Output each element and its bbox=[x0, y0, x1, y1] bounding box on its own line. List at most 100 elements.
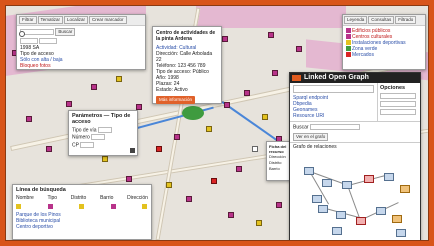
poi-marker[interactable] bbox=[206, 126, 212, 132]
graph-node[interactable] bbox=[336, 211, 346, 219]
tab-localizar[interactable]: Localizar bbox=[64, 16, 89, 24]
filter-panel: Filtrar Tematizar Localizar Crear marcador … bbox=[16, 14, 146, 70]
graph-node[interactable] bbox=[396, 229, 406, 237]
lod-title-bar: Linked Open Graph bbox=[290, 73, 420, 83]
more-info-button[interactable]: Más información bbox=[156, 96, 196, 104]
poi-marker[interactable] bbox=[102, 156, 108, 162]
lod-logo-icon bbox=[292, 75, 301, 81]
park-area bbox=[182, 106, 204, 120]
row-icon bbox=[79, 204, 84, 209]
result-row[interactable]: Centro deportivo bbox=[16, 224, 148, 230]
poi-marker[interactable] bbox=[166, 182, 172, 188]
lod-option-field[interactable] bbox=[380, 101, 416, 107]
graph-node[interactable] bbox=[304, 167, 314, 175]
info-popup: Centro de actividades de la pinta Ardena… bbox=[152, 26, 222, 104]
graph-node[interactable] bbox=[332, 227, 342, 235]
zoom-control[interactable] bbox=[19, 31, 25, 37]
graph-node[interactable] bbox=[342, 181, 352, 189]
lod-option-field[interactable] bbox=[380, 93, 416, 99]
year-field[interactable] bbox=[20, 38, 38, 44]
col-header[interactable]: Distrito bbox=[71, 195, 87, 201]
poi-marker[interactable] bbox=[222, 36, 228, 42]
graph-node[interactable] bbox=[356, 217, 366, 225]
graph-node[interactable] bbox=[312, 195, 322, 203]
graph-node[interactable] bbox=[400, 185, 410, 193]
poi-marker[interactable] bbox=[262, 114, 268, 120]
legend-panel: Leyenda Consultas Filtrado Edificios públi… bbox=[342, 14, 426, 70]
tab-leyenda[interactable]: Leyenda bbox=[344, 16, 368, 24]
poi-marker[interactable] bbox=[211, 178, 217, 184]
lod-link[interactable]: Resource URI bbox=[293, 113, 374, 119]
results-panel: Línea de búsqueda Nombre Tipo Distrito B… bbox=[12, 184, 152, 240]
tab-filtrar[interactable]: Filtrar bbox=[19, 16, 37, 24]
search-button[interactable]: Buscar bbox=[55, 28, 76, 36]
lod-search-input[interactable] bbox=[309, 124, 360, 130]
poi-marker[interactable] bbox=[244, 90, 250, 96]
poi-marker[interactable] bbox=[26, 116, 32, 122]
row-icon bbox=[142, 204, 147, 209]
poi-marker[interactable] bbox=[228, 212, 234, 218]
params-row: Tipo de vía bbox=[72, 127, 134, 133]
params-field[interactable] bbox=[80, 141, 95, 148]
lod-graph[interactable] bbox=[292, 159, 418, 240]
poi-marker[interactable] bbox=[272, 70, 278, 76]
row-icon bbox=[47, 204, 53, 209]
col-header[interactable]: Barrio bbox=[100, 195, 113, 201]
tab-tematizar[interactable]: Tematizar bbox=[37, 16, 64, 24]
col-header[interactable]: Tipo bbox=[48, 195, 58, 201]
row-icon bbox=[110, 204, 116, 209]
poi-marker[interactable] bbox=[296, 46, 302, 52]
col-header[interactable]: Nombre bbox=[16, 195, 34, 201]
code-field[interactable] bbox=[39, 38, 58, 44]
params-row: CP bbox=[72, 141, 134, 148]
district-zone bbox=[196, 6, 346, 28]
poi-marker[interactable] bbox=[126, 176, 132, 182]
params-popup: Parámetros — Tipo de acceso Tipo de vía … bbox=[68, 110, 138, 156]
resource-title: Ficha del recurso bbox=[269, 144, 287, 154]
search-input[interactable] bbox=[20, 28, 54, 35]
graph-node[interactable] bbox=[376, 207, 386, 215]
popup-line: Dirección: Calle Arbolada 22 bbox=[156, 51, 213, 63]
poi-marker[interactable] bbox=[236, 166, 242, 172]
graph-node[interactable] bbox=[318, 205, 328, 213]
col-header[interactable]: Dirección bbox=[127, 195, 148, 201]
poi-marker[interactable] bbox=[186, 196, 192, 202]
graph-node[interactable] bbox=[364, 175, 374, 183]
poi-marker[interactable] bbox=[174, 134, 180, 140]
poi-marker[interactable] bbox=[256, 220, 262, 226]
tab-filtrado[interactable]: Filtrado bbox=[395, 16, 417, 24]
params-field[interactable] bbox=[97, 127, 112, 133]
lod-action-button[interactable]: Ver en el grafo bbox=[293, 133, 329, 142]
map-viewport[interactable]: Filtrar Tematizar Localizar Crear marcador … bbox=[5, 5, 429, 241]
river bbox=[221, 101, 281, 143]
poi-marker[interactable] bbox=[46, 146, 52, 152]
poi-marker[interactable] bbox=[276, 202, 282, 208]
poi-marker[interactable] bbox=[66, 101, 72, 107]
tab-crear-marcador[interactable]: Crear marcador bbox=[89, 16, 127, 24]
params-title: Parámetros — Tipo de acceso bbox=[72, 113, 131, 125]
tab-consultas[interactable]: Consultas bbox=[368, 16, 395, 24]
legend-item[interactable]: Mercados bbox=[352, 52, 374, 58]
graph-node[interactable] bbox=[392, 215, 402, 223]
lod-options-title: Opciones bbox=[380, 85, 406, 91]
lod-option-field[interactable] bbox=[380, 109, 416, 115]
poi-marker[interactable] bbox=[224, 102, 230, 108]
lod-field[interactable] bbox=[293, 85, 374, 93]
poi-marker[interactable] bbox=[252, 146, 258, 152]
poi-marker[interactable] bbox=[156, 146, 162, 152]
params-field[interactable] bbox=[91, 134, 106, 141]
poi-marker[interactable] bbox=[116, 76, 122, 82]
resource-line: Barrio bbox=[269, 166, 280, 171]
poi-marker[interactable] bbox=[268, 32, 274, 38]
results-header: Línea de búsqueda bbox=[16, 187, 66, 193]
close-icon[interactable] bbox=[130, 148, 135, 153]
lod-graph-label: Grafo de relaciones bbox=[290, 142, 420, 151]
lod-window: Linked Open Graph Sparql endpoint Dbpedi… bbox=[289, 72, 421, 240]
graph-node[interactable] bbox=[384, 173, 394, 181]
graph-node[interactable] bbox=[322, 179, 332, 187]
params-row: Número bbox=[72, 134, 134, 141]
poi-marker[interactable] bbox=[91, 84, 97, 90]
row-icon bbox=[16, 204, 21, 209]
popup-line: Estado: Activo bbox=[156, 87, 188, 93]
filter-link[interactable]: Bloqueo fotos bbox=[20, 63, 142, 69]
